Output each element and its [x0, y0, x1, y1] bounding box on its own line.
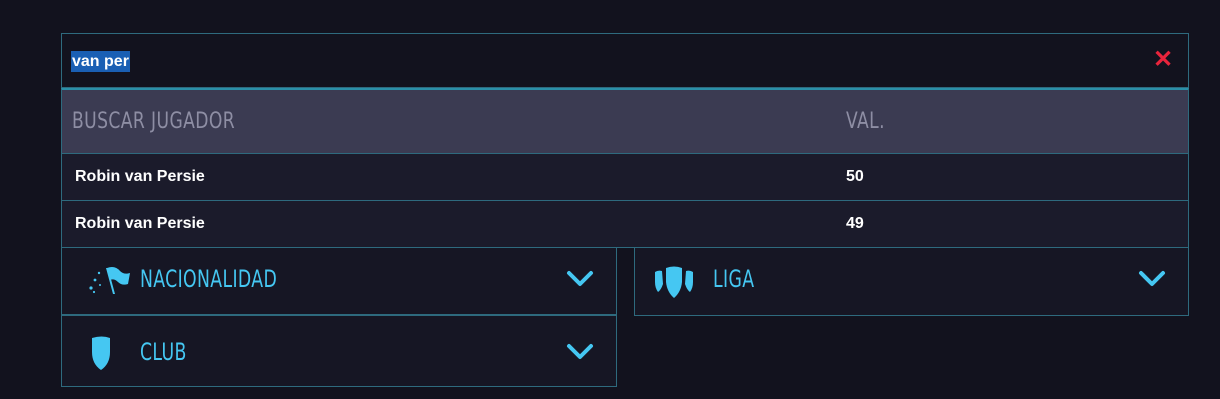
clear-search-button[interactable]: ✕ [1152, 46, 1174, 73]
player-name: Robin van Persie [75, 168, 205, 185]
chevron-down-icon [567, 271, 593, 286]
league-filter-label: LIGA [713, 265, 755, 293]
player-value: 50 [846, 168, 864, 185]
results-header: BUSCAR JUGADOR VAL. [62, 90, 1188, 154]
search-selected-text[interactable]: van per [71, 51, 130, 72]
filter-panel: NACIONALIDAD CLUB LIGA [61, 248, 1189, 387]
league-filter-dropdown[interactable]: LIGA [634, 248, 1189, 316]
chevron-down-icon [567, 344, 593, 359]
chevron-down-icon [1139, 271, 1165, 286]
search-bar: van per ✕ [61, 33, 1189, 89]
close-icon: ✕ [1152, 46, 1174, 73]
player-search-widget: van per ✕ BUSCAR JUGADOR VAL. Robin van … [61, 33, 1189, 387]
search-input[interactable] [71, 34, 1071, 89]
club-filter-dropdown[interactable]: CLUB [61, 315, 617, 387]
player-name: Robin van Persie [75, 215, 205, 232]
result-row[interactable]: Robin van Persie 49 [62, 201, 1188, 248]
league-shield-icon [655, 266, 693, 298]
player-value: 49 [846, 215, 864, 232]
flag-stars-icon [89, 267, 130, 294]
column-header-player: BUSCAR JUGADOR [72, 109, 236, 134]
club-shield-icon [92, 336, 110, 370]
search-results: BUSCAR JUGADOR VAL. Robin van Persie 50 … [61, 88, 1189, 248]
nationality-filter-dropdown[interactable]: NACIONALIDAD [61, 248, 617, 315]
nationality-filter-label: NACIONALIDAD [140, 265, 278, 293]
result-row[interactable]: Robin van Persie 50 [62, 154, 1188, 201]
club-filter-label: CLUB [140, 338, 187, 366]
column-header-value: VAL. [846, 109, 885, 134]
